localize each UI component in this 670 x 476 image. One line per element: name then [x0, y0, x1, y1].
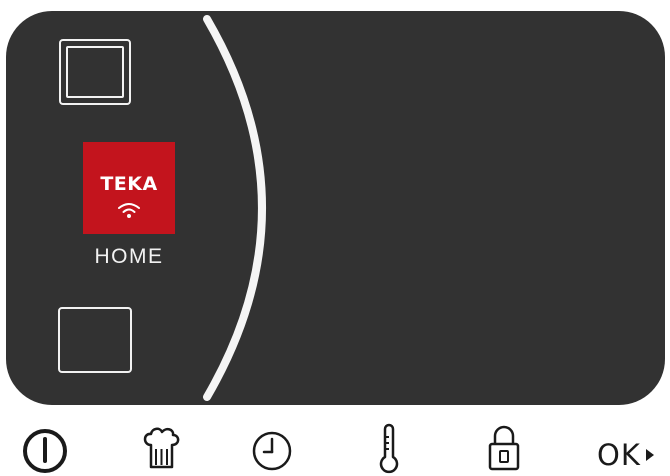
control-bar: OK — [0, 405, 670, 476]
upper-oven-button[interactable] — [59, 39, 131, 105]
ok-button[interactable]: OK — [597, 437, 656, 473]
lower-oven-button[interactable] — [58, 307, 132, 373]
wifi-icon — [118, 203, 140, 218]
oven-display: TEKA HOME — [6, 11, 665, 405]
clock-icon[interactable] — [250, 429, 294, 473]
teka-home-logo[interactable]: TEKA — [83, 142, 175, 234]
upper-oven-icon — [66, 46, 124, 98]
brand-name: TEKA — [100, 173, 158, 195]
chef-hat-icon[interactable] — [140, 427, 182, 473]
thermometer-icon[interactable] — [376, 423, 402, 475]
arrow-right-icon — [645, 449, 654, 461]
power-icon[interactable] — [21, 427, 69, 475]
home-label: HOME — [94, 245, 164, 268]
lock-icon[interactable] — [486, 423, 522, 473]
ok-label: OK — [597, 438, 641, 472]
